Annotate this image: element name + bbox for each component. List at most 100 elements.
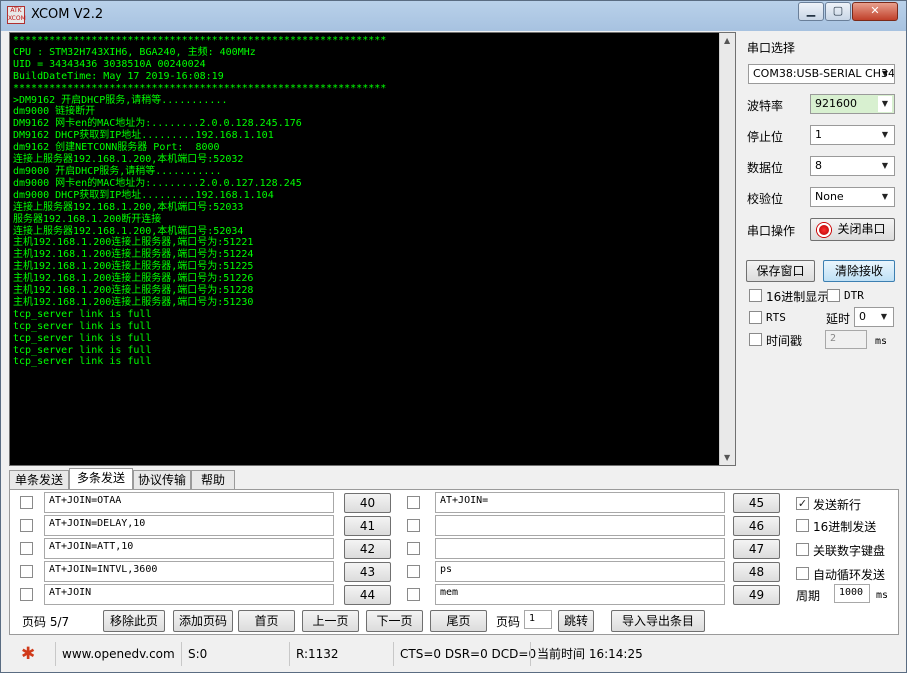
terminal-line: 主机192.168.1.200连接上服务器,端口号为:51225	[13, 261, 254, 273]
send-row-button[interactable]: 48	[733, 562, 780, 582]
stopbits-label: 停止位	[747, 130, 784, 144]
send-row-button[interactable]: 45	[733, 493, 780, 513]
timestamp-checkbox[interactable]	[749, 333, 762, 346]
hex-send-checkbox[interactable]	[796, 519, 809, 532]
maximize-button[interactable]: ▢	[825, 2, 851, 21]
send-string-input[interactable]: AT+JOIN=	[435, 492, 725, 513]
keypad-checkbox[interactable]	[796, 543, 809, 556]
send-string-input[interactable]: AT+JOIN	[44, 584, 334, 605]
title-bar[interactable]: ATK XCOM XCOM V2.2 ▁ ▢ ✕	[1, 1, 906, 31]
delay-select[interactable]: 0 ▼	[854, 307, 894, 327]
send-row-button[interactable]: 49	[733, 585, 780, 605]
row-enable-checkbox[interactable]	[20, 565, 33, 578]
row-enable-checkbox[interactable]	[407, 588, 420, 601]
row-enable-checkbox[interactable]	[20, 588, 33, 601]
row-enable-checkbox[interactable]	[20, 496, 33, 509]
row-enable-checkbox[interactable]	[407, 542, 420, 555]
send-row-button[interactable]: 42	[344, 539, 391, 559]
remove-page-button[interactable]: 移除此页	[103, 610, 165, 632]
databits-label: 数据位	[747, 161, 784, 175]
send-string-input[interactable]: AT+JOIN=ATT,10	[44, 538, 334, 559]
rts-checkbox[interactable]	[749, 311, 762, 324]
page-indicator: 页码 5/7	[22, 615, 70, 629]
tab-single-send[interactable]: 单条发送	[9, 470, 69, 490]
close-icon: ✕	[870, 4, 880, 17]
row-enable-checkbox[interactable]	[407, 496, 420, 509]
row-enable-checkbox[interactable]	[20, 542, 33, 555]
send-string-input[interactable]	[435, 538, 725, 559]
terminal-line: tcp_server link is full	[13, 344, 152, 356]
loop-send-label: 自动循环发送	[813, 568, 886, 582]
terminal-line: 连接上服务器192.168.1.200,本机端口号:52033	[13, 201, 244, 213]
import-export-button[interactable]: 导入导出条目	[611, 610, 705, 632]
parity-value: None	[815, 190, 844, 203]
gear-icon[interactable]: ✱	[21, 645, 35, 663]
status-bar: ✱ www.openedv.com S:0 R:1132 CTS=0 DSR=0…	[9, 642, 899, 666]
website-link[interactable]: www.openedv.com	[55, 642, 179, 666]
close-port-button[interactable]: 关闭串口	[810, 218, 895, 241]
chevron-down-icon: ▼	[878, 96, 892, 112]
terminal-line: CPU : STM32H743XIH6, BGA240, 主频: 400MHz	[13, 46, 256, 58]
period-input[interactable]: 1000	[834, 584, 870, 603]
receive-terminal[interactable]: ****************************************…	[9, 32, 736, 466]
current-time: 当前时间 16:14:25	[530, 642, 899, 666]
hex-send-label: 16进制发送	[813, 520, 877, 534]
stopbits-select[interactable]: 1 ▼	[810, 125, 895, 145]
jump-button[interactable]: 跳转	[558, 610, 594, 632]
send-row-button[interactable]: 41	[344, 516, 391, 536]
row-enable-checkbox[interactable]	[407, 565, 420, 578]
parity-select[interactable]: None ▼	[810, 187, 895, 207]
prev-page-button[interactable]: 上一页	[302, 610, 359, 632]
parity-label: 校验位	[747, 192, 784, 206]
hex-display-checkbox[interactable]	[749, 289, 762, 302]
tab-multi-send[interactable]: 多条发送	[69, 468, 133, 490]
baud-select[interactable]: 921600 ▼	[810, 94, 895, 114]
dtr-checkbox[interactable]	[827, 289, 840, 302]
loop-send-checkbox[interactable]	[796, 567, 809, 580]
send-row-button[interactable]: 43	[344, 562, 391, 582]
terminal-line: DM9162 DHCP获取到IP地址.........192.168.1.101	[13, 130, 274, 142]
add-page-button[interactable]: 添加页码	[173, 610, 233, 632]
tab-protocol[interactable]: 协议传输	[133, 470, 191, 490]
chevron-down-icon: ▼	[881, 161, 889, 170]
row-enable-checkbox[interactable]	[407, 519, 420, 532]
close-window-button[interactable]: ✕	[852, 2, 898, 21]
tab-help[interactable]: 帮助	[191, 470, 235, 490]
send-string-input[interactable]: AT+JOIN=DELAY,10	[44, 515, 334, 536]
sent-count: S:0	[181, 642, 291, 666]
app-window: ATK XCOM XCOM V2.2 ▁ ▢ ✕ ***************…	[0, 0, 907, 673]
terminal-line: >DM9162 开启DHCP服务,请稍等...........	[13, 94, 228, 106]
terminal-line: 服务器192.168.1.200断开连接	[13, 213, 162, 225]
timestamp-input[interactable]: 2	[825, 330, 867, 349]
scroll-down-icon[interactable]: ▼	[724, 453, 730, 462]
scroll-up-icon[interactable]: ▲	[724, 36, 730, 45]
send-string-input[interactable]: mem	[435, 584, 725, 605]
send-string-input[interactable]: ps	[435, 561, 725, 582]
terminal-line: 主机192.168.1.200连接上服务器,端口号为:51224	[13, 249, 254, 261]
row-enable-checkbox[interactable]	[20, 519, 33, 532]
terminal-line: 主机192.168.1.200连接上服务器,端口号为:51226	[13, 273, 254, 285]
send-row-button[interactable]: 46	[733, 516, 780, 536]
send-newline-checkbox[interactable]	[796, 497, 809, 510]
app-logo: ATK XCOM	[7, 6, 26, 24]
goto-page-input[interactable]: 1	[524, 610, 552, 629]
databits-select[interactable]: 8 ▼	[810, 156, 895, 176]
terminal-line: tcp_server link is full	[13, 320, 152, 332]
send-row-button[interactable]: 40	[344, 493, 391, 513]
save-window-button[interactable]: 保存窗口	[746, 260, 815, 282]
first-page-button[interactable]: 首页	[238, 610, 295, 632]
send-row-button[interactable]: 44	[344, 585, 391, 605]
send-string-input[interactable]: AT+JOIN=INTVL,3600	[44, 561, 334, 582]
terminal-scrollbar[interactable]: ▲ ▼	[719, 33, 735, 465]
clear-receive-button[interactable]: 清除接收	[823, 260, 895, 282]
port-select-label: 串口选择	[747, 41, 796, 55]
minimize-button[interactable]: ▁	[798, 2, 824, 21]
keypad-label: 关联数字键盘	[813, 544, 886, 558]
port-select[interactable]: COM38:USB-SERIAL CH34 ▼	[748, 64, 895, 84]
next-page-button[interactable]: 下一页	[366, 610, 423, 632]
terminal-line: BuildDateTime: May 17 2019-16:08:19	[13, 70, 224, 82]
last-page-button[interactable]: 尾页	[430, 610, 487, 632]
send-string-input[interactable]: AT+JOIN=OTAA	[44, 492, 334, 513]
send-string-input[interactable]	[435, 515, 725, 536]
send-row-button[interactable]: 47	[733, 539, 780, 559]
